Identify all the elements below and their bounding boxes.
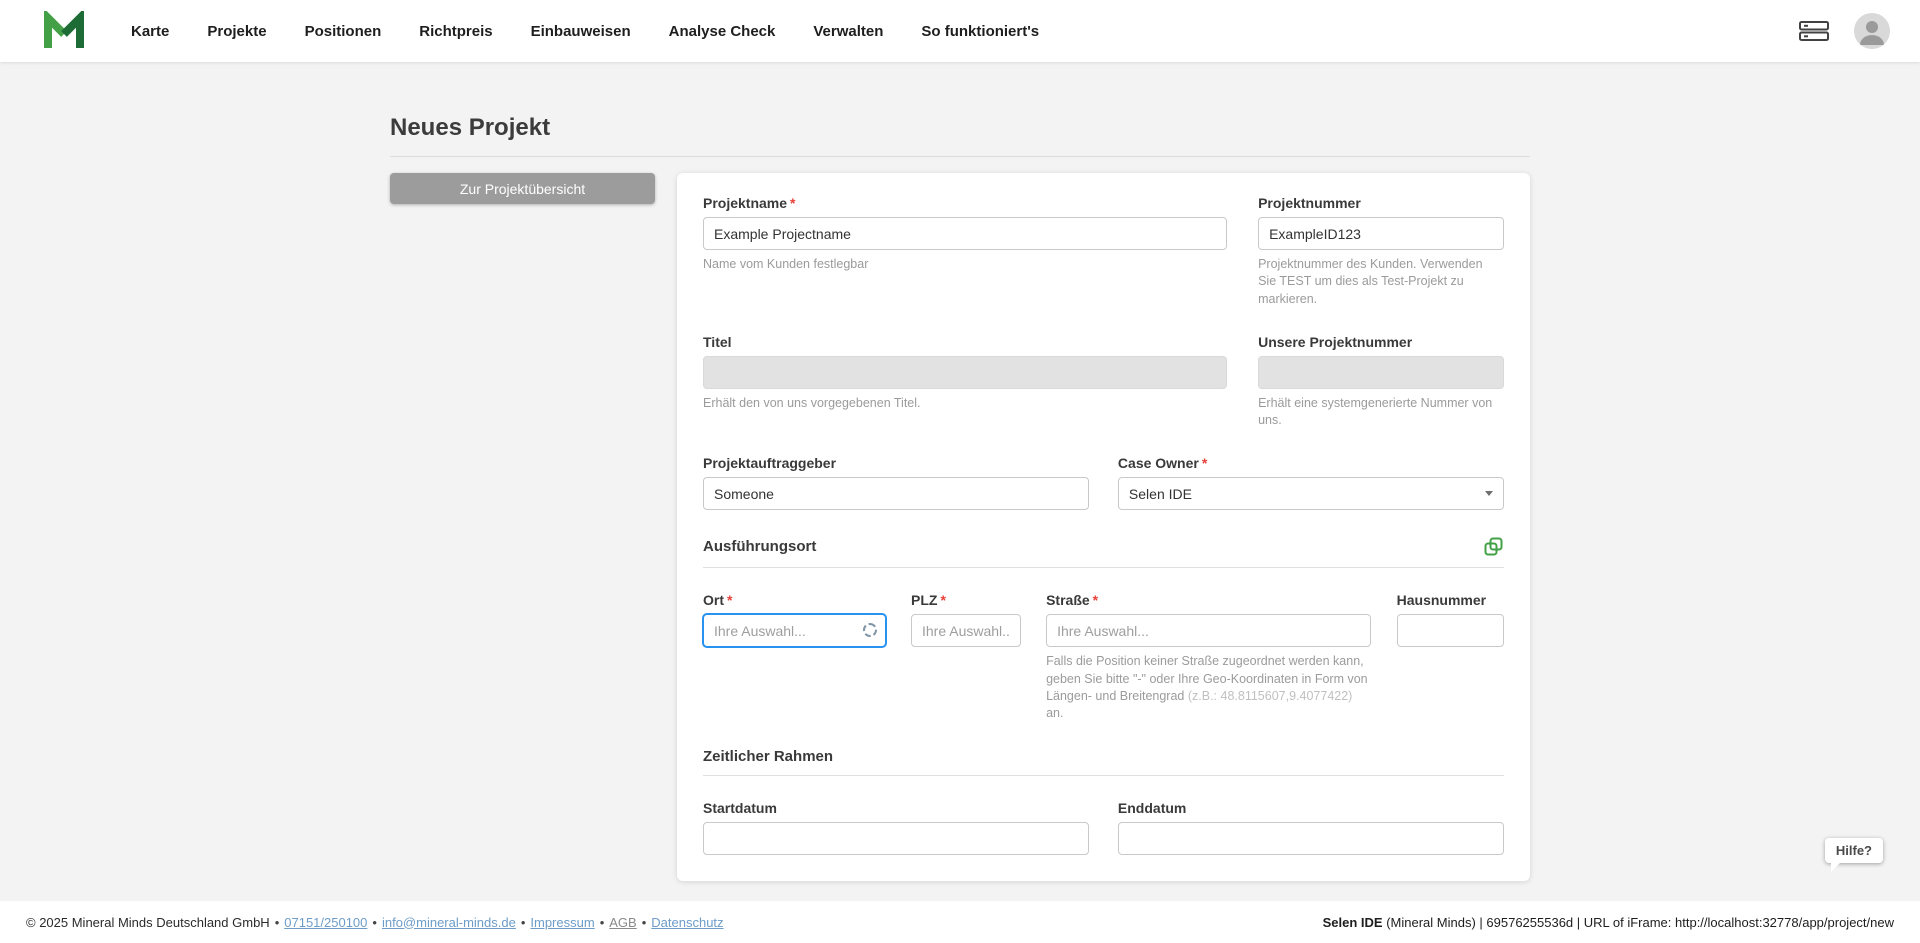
- case-owner-label: Case Owner: [1117, 455, 1199, 472]
- hausnummer-label: Hausnummer: [1396, 592, 1487, 609]
- hausnummer-input[interactable]: [1396, 614, 1504, 648]
- nav-item-so-funktionierts[interactable]: So funktioniert's: [902, 23, 1058, 40]
- footer-separator: •: [641, 914, 647, 930]
- nav-item-karte[interactable]: Karte: [112, 23, 188, 40]
- projektname-input[interactable]: [703, 217, 1227, 250]
- projektname-helper: Name vom Kunden festlegbar: [703, 257, 869, 271]
- projektnummer-input[interactable]: [1258, 217, 1504, 250]
- case-owner-field-group: Case Owner * Selen IDE: [1117, 455, 1504, 511]
- ausfuehrungsort-heading: Ausführungsort: [703, 538, 817, 556]
- copy-location-icon[interactable]: [1483, 536, 1504, 557]
- required-asterisk: *: [940, 592, 946, 609]
- unsere-projektnummer-helper: Erhält eine systemgenerierte Nummer von …: [1258, 395, 1493, 427]
- startdatum-input[interactable]: [703, 822, 1090, 856]
- startdatum-field-group: Startdatum: [703, 800, 1090, 856]
- projektnummer-helper: Projektnummer des Kunden. Verwenden Sie …: [1258, 257, 1483, 306]
- ort-label: Ort: [703, 592, 724, 609]
- nav-item-verwalten[interactable]: Verwalten: [794, 23, 902, 40]
- page-title: Neues Projekt: [390, 114, 551, 141]
- enddatum-field-group: Enddatum: [1117, 800, 1504, 856]
- strasse-input[interactable]: [1046, 614, 1372, 648]
- footer-separator: •: [599, 914, 605, 930]
- unsere-projektnummer-input: [1258, 355, 1504, 389]
- projektauftraggeber-field-group: Projektauftraggeber: [703, 455, 1090, 511]
- footer-link-email[interactable]: info@mineral-minds.de: [382, 915, 516, 930]
- projektnummer-label: Projektnummer: [1258, 195, 1361, 211]
- nav-right: [1798, 13, 1890, 49]
- strasse-label: Straße: [1046, 592, 1090, 609]
- projektname-label: Projektname: [703, 195, 788, 211]
- nav-item-einbauweisen[interactable]: Einbauweisen: [512, 23, 650, 40]
- main-content: Neues Projekt Zur Projektübersicht Proje…: [0, 62, 1920, 901]
- main-nav: Karte Projekte Positionen Richtpreis Ein…: [112, 23, 1058, 40]
- footer-legal: © 2025 Mineral Minds Deutschland GmbH • …: [26, 915, 724, 930]
- loading-spinner-icon: [862, 623, 877, 638]
- zeitlicher-rahmen-heading: Zeitlicher Rahmen: [703, 748, 834, 766]
- footer-separator: •: [520, 914, 526, 930]
- user-avatar[interactable]: [1854, 13, 1890, 49]
- session-info: Selen IDE (Mineral Minds) | 69576255536d…: [1323, 915, 1894, 930]
- footer-separator: •: [372, 914, 377, 930]
- ort-input[interactable]: [703, 614, 886, 648]
- ort-field-group: Ort *: [703, 592, 886, 722]
- titel-input: [703, 355, 1227, 389]
- zeitlicher-rahmen-section-header: Zeitlicher Rahmen: [703, 748, 1504, 777]
- footer-link-impressum[interactable]: Impressum: [530, 915, 594, 930]
- session-user: Selen IDE: [1322, 914, 1383, 930]
- nav-item-positionen[interactable]: Positionen: [286, 23, 401, 40]
- strasse-helper: Falls die Position keiner Straße zugeord…: [1046, 654, 1368, 720]
- required-asterisk: *: [1092, 592, 1099, 609]
- footer: © 2025 Mineral Minds Deutschland GmbH • …: [0, 901, 1920, 943]
- help-button[interactable]: Hilfe?: [1824, 838, 1883, 872]
- session-details: (Mineral Minds) | 69576255536d | URL of …: [1382, 914, 1894, 930]
- titel-label: Titel: [703, 333, 732, 350]
- required-asterisk: *: [727, 592, 733, 609]
- titel-helper: Erhält den von uns vorgegebenen Titel.: [703, 395, 921, 410]
- back-to-project-overview-button[interactable]: Zur Projektübersicht: [390, 173, 655, 204]
- footer-link-datenschutz[interactable]: Datenschutz: [651, 915, 723, 930]
- enddatum-input[interactable]: [1117, 822, 1504, 856]
- required-asterisk: *: [1201, 455, 1208, 472]
- startdatum-label: Startdatum: [703, 800, 777, 817]
- footer-link-phone[interactable]: 07151/250100: [284, 915, 367, 930]
- title-divider: [390, 156, 1530, 157]
- project-form-card: Projektname* Name vom Kunden festlegbar …: [677, 173, 1530, 882]
- footer-link-agb[interactable]: AGB: [609, 915, 636, 930]
- unsere-projektnummer-field-group: Unsere Projektnummer Erhält eine systemg…: [1258, 334, 1504, 430]
- brand-logo[interactable]: [42, 11, 86, 51]
- footer-separator: •: [274, 914, 280, 930]
- unsere-projektnummer-label: Unsere Projektnummer: [1258, 333, 1413, 350]
- plz-label: PLZ: [910, 592, 938, 609]
- nav-item-projekte[interactable]: Projekte: [188, 23, 285, 40]
- case-owner-selected-value: Selen IDE: [1128, 485, 1192, 502]
- ausfuehrungsort-section-header: Ausführungsort: [703, 536, 1504, 569]
- projektauftraggeber-input[interactable]: [703, 477, 1090, 511]
- help-button-label: Hilfe?: [1835, 843, 1872, 858]
- plz-input[interactable]: [910, 614, 1021, 648]
- nav-item-analyse-check[interactable]: Analyse Check: [650, 23, 795, 40]
- required-asterisk: *: [790, 195, 796, 211]
- strasse-field-group: Straße* Falls die Position keiner Straße…: [1046, 592, 1372, 722]
- enddatum-label: Enddatum: [1117, 800, 1187, 817]
- case-owner-select[interactable]: Selen IDE: [1117, 477, 1504, 511]
- top-nav: Karte Projekte Positionen Richtpreis Ein…: [0, 0, 1920, 62]
- projektauftraggeber-label: Projektauftraggeber: [703, 455, 837, 472]
- hausnummer-field-group: Hausnummer: [1396, 592, 1504, 722]
- plz-field-group: PLZ *: [910, 592, 1021, 722]
- projektnummer-field-group: Projektnummer Projektnummer des Kunden. …: [1258, 195, 1504, 308]
- chevron-down-icon: [1485, 491, 1493, 497]
- titel-field-group: Titel Erhält den von uns vorgegebenen Ti…: [703, 334, 1227, 430]
- mineral-minds-m-icon: [44, 11, 84, 48]
- projektname-field-group: Projektname* Name vom Kunden festlegbar: [703, 195, 1227, 308]
- copyright-text: © 2025 Mineral Minds Deutschland GmbH: [26, 914, 270, 930]
- nav-item-richtpreis[interactable]: Richtpreis: [400, 23, 511, 40]
- server-icon[interactable]: [1798, 20, 1830, 42]
